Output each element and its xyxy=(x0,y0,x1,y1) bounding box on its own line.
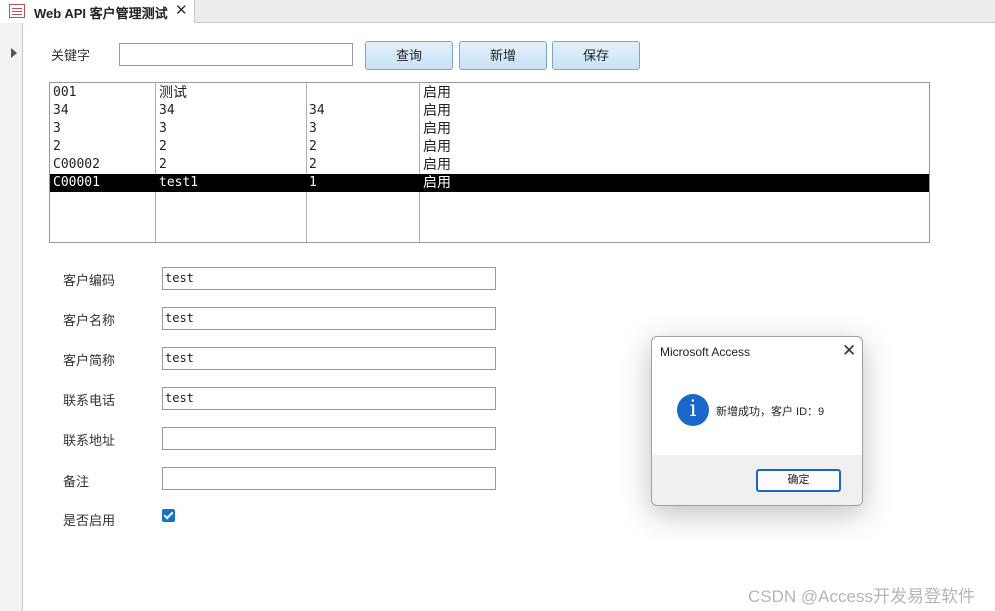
tab-title: Web API 客户管理测试 xyxy=(34,6,168,21)
list-row[interactable]: 2 2 2 启用 xyxy=(50,138,929,156)
list-cell: C00001 xyxy=(53,175,100,190)
dialog-title: Microsoft Access xyxy=(660,345,751,359)
list-cell: 2 xyxy=(309,139,317,154)
dialog-footer: 确定 xyxy=(652,455,862,505)
list-cell: 启用 xyxy=(423,121,451,137)
search-input[interactable] xyxy=(119,43,353,66)
list-cell: 3 xyxy=(309,121,317,136)
list-row[interactable]: 34 34 34 启用 xyxy=(50,102,929,120)
current-record-arrow-icon xyxy=(11,48,17,58)
phone-field[interactable]: test xyxy=(162,387,496,410)
enabled-label: 是否启用 xyxy=(63,513,116,528)
phone-label: 联系电话 xyxy=(63,393,116,408)
short-name-label: 客户简称 xyxy=(63,353,116,368)
add-button[interactable]: 新增 xyxy=(459,41,547,70)
list-row[interactable]: 3 3 3 启用 xyxy=(50,120,929,138)
address-label: 联系地址 xyxy=(63,433,116,448)
enabled-checkbox[interactable] xyxy=(162,509,175,522)
remark-label: 备注 xyxy=(63,474,90,489)
list-row[interactable]: C00001 test1 1 启用 xyxy=(50,174,929,192)
dialog-message: 新增成功，客户 ID：9 xyxy=(716,406,825,418)
name-label: 客户名称 xyxy=(63,313,116,328)
list-cell: 001 xyxy=(53,85,77,100)
document-tab-bar: Web API 客户管理测试 ✕ xyxy=(0,0,995,23)
list-row[interactable]: 001 测试 启用 xyxy=(50,84,929,102)
list-cell: 1 xyxy=(309,175,317,190)
address-field[interactable] xyxy=(162,427,496,450)
ok-button[interactable]: 确定 xyxy=(756,469,841,492)
remark-field[interactable] xyxy=(162,467,496,490)
list-cell: 启用 xyxy=(423,103,451,119)
list-cell: 启用 xyxy=(423,157,451,173)
form-icon xyxy=(9,4,25,18)
list-cell: 3 xyxy=(53,121,61,136)
list-cell: 3 xyxy=(159,121,167,136)
search-label: 关键字 xyxy=(51,48,91,63)
dialog-close-icon[interactable]: ✕ xyxy=(842,341,856,361)
list-cell: 34 xyxy=(159,103,175,118)
code-field[interactable]: test xyxy=(162,267,496,290)
list-cell: C00002 xyxy=(53,157,100,172)
list-cell: 34 xyxy=(53,103,69,118)
close-tab-icon[interactable]: ✕ xyxy=(175,1,188,19)
list-cell: test1 xyxy=(159,175,199,190)
list-cell: 34 xyxy=(309,103,325,118)
list-cell: 2 xyxy=(53,139,61,154)
list-cell: 2 xyxy=(159,139,167,154)
list-cell: 启用 xyxy=(423,85,451,101)
list-cell: 启用 xyxy=(423,139,451,155)
short-name-field[interactable]: test xyxy=(162,347,496,370)
watermark: CSDN @Access开发易登软件 xyxy=(748,587,975,606)
customer-list[interactable]: 001 测试 启用 34 34 34 启用 3 3 3 启用 2 2 2 启用 C00002 2 2 启用 C0000… xyxy=(49,82,930,243)
name-field[interactable]: test xyxy=(162,307,496,330)
list-cell: 启用 xyxy=(423,175,451,191)
list-cell: 2 xyxy=(309,157,317,172)
record-selector[interactable] xyxy=(0,23,23,611)
query-button[interactable]: 查询 xyxy=(365,41,453,70)
code-label: 客户编码 xyxy=(63,273,116,288)
message-dialog: Microsoft Access ✕ i 新增成功，客户 ID：9 确定 xyxy=(651,336,863,506)
save-button[interactable]: 保存 xyxy=(552,41,640,70)
list-cell: 2 xyxy=(159,157,167,172)
form-tab[interactable]: Web API 客户管理测试 ✕ xyxy=(0,0,195,23)
list-cell: 测试 xyxy=(159,85,187,101)
info-icon: i xyxy=(677,394,709,426)
list-row[interactable]: C00002 2 2 启用 xyxy=(50,156,929,174)
